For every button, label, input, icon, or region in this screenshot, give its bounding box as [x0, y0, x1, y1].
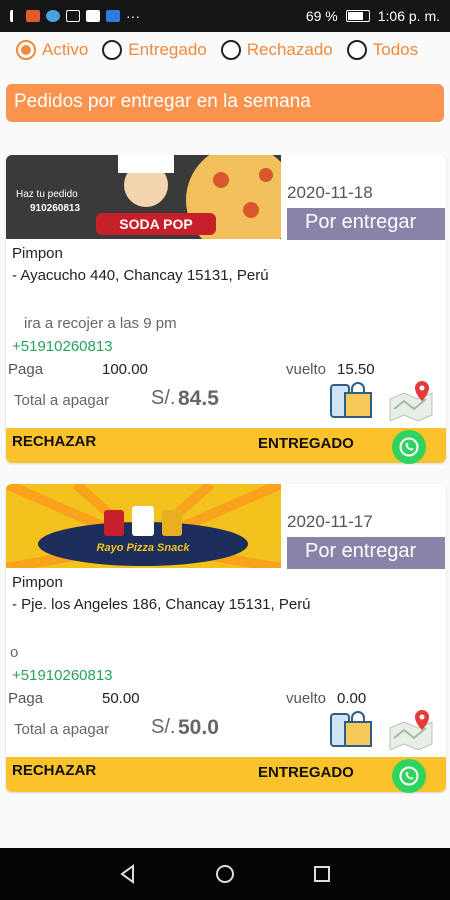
customer-name: Pimpon [12, 245, 63, 262]
reject-button[interactable]: RECHAZAR [12, 433, 96, 450]
system-nav-bar [0, 848, 450, 900]
total-value: 84.5 [178, 387, 219, 410]
paga-value: 50.00 [102, 690, 140, 707]
facebook-icon [86, 10, 100, 22]
store-image: Rayo Pizza Snack [6, 484, 281, 568]
battery-icon [345, 10, 370, 22]
delivery-address: - Ayacucho 440, Chancay 15131, Perú [12, 267, 269, 284]
delivery-address: - Pje. los Angeles 186, Chancay 15131, P… [12, 596, 311, 613]
status-filter-group: Activo Entregado Rechazado Todos [16, 40, 440, 60]
filter-label: Todos [372, 40, 419, 59]
customer-phone[interactable]: +51910260813 [12, 338, 113, 355]
instagram-icon [66, 10, 80, 22]
currency-symbol: S/. [151, 716, 176, 738]
order-card: Rayo Pizza Snack 2020-11-17 Por entregar… [6, 484, 446, 793]
filter-label: Entregado [128, 40, 207, 59]
promo-phone: 910260813 [30, 203, 80, 214]
order-actions: RECHAZAR ENTREGADO [6, 757, 446, 793]
map-location-icon[interactable] [388, 379, 438, 422]
radio-icon [220, 40, 241, 60]
radio-icon [346, 40, 367, 60]
order-note: ira a recojer a las 9 pm [24, 315, 177, 332]
whatsapp-icon[interactable] [392, 759, 426, 793]
delivered-button[interactable]: ENTREGADO [258, 435, 354, 452]
back-icon[interactable] [117, 863, 139, 885]
filter-label: Activo [42, 40, 89, 59]
status-badge: Por entregar [287, 208, 445, 240]
recents-icon[interactable] [311, 863, 333, 885]
map-location-icon[interactable] [388, 708, 438, 751]
more-icon: ··· [126, 8, 140, 24]
status-badge: Por entregar [287, 537, 445, 569]
shield-icon [106, 10, 120, 22]
delivered-button[interactable]: ENTREGADO [258, 764, 354, 781]
radio-selected-icon [16, 40, 36, 60]
filter-activo[interactable]: Activo [16, 40, 88, 60]
paga-label: Paga [8, 361, 44, 378]
filter-entregado[interactable]: Entregado [102, 40, 207, 60]
status-bar: ··· 69 % 1:06 p. m. [0, 0, 450, 32]
currency-symbol: S/. [151, 387, 176, 409]
paga-label: Paga [8, 690, 44, 707]
order-date: 2020-11-18 [287, 183, 373, 202]
whatsapp-icon[interactable] [392, 430, 426, 464]
vuelto-label: vuelto [286, 361, 327, 378]
filter-label: Rechazado [246, 40, 333, 59]
app-notification-icon [26, 10, 40, 22]
order-date: 2020-11-17 [287, 512, 373, 531]
vuelto-value: 15.50 [337, 361, 375, 378]
sim-signal-icon [10, 10, 20, 22]
pickup-bag-icon[interactable] [329, 710, 375, 748]
filter-rechazado[interactable]: Rechazado [220, 40, 333, 60]
order-note: o [10, 644, 19, 661]
total-value: 50.0 [178, 716, 219, 739]
section-banner: Pedidos por entregar en la semana [6, 84, 444, 122]
customer-phone[interactable]: +51910260813 [12, 667, 113, 684]
promo-text: Haz tu pedido [16, 189, 78, 200]
pickup-bag-icon[interactable] [329, 381, 375, 419]
store-image: SODA POP Haz tu pedido 910260813 [6, 155, 281, 239]
twitter-icon [46, 10, 60, 22]
customer-name: Pimpon [12, 574, 63, 591]
clock: 1:06 p. m. [377, 8, 440, 24]
total-label: Total a apagar [14, 721, 110, 738]
order-actions: RECHAZAR ENTREGADO [6, 428, 446, 464]
battery-percent: 69 % [305, 8, 338, 24]
paga-value: 100.00 [102, 361, 148, 378]
notification-icons: ··· [10, 8, 140, 24]
vuelto-value: 0.00 [337, 690, 367, 707]
brand-text: SODA POP [119, 216, 192, 232]
total-label: Total a apagar [14, 392, 110, 409]
brand-text: Rayo Pizza Snack [97, 542, 191, 554]
filter-todos[interactable]: Todos [346, 40, 419, 60]
order-card: SODA POP Haz tu pedido 910260813 2020-11… [6, 155, 446, 464]
home-icon[interactable] [214, 863, 236, 885]
reject-button[interactable]: RECHAZAR [12, 762, 96, 779]
radio-icon [102, 40, 123, 60]
vuelto-label: vuelto [286, 690, 327, 707]
